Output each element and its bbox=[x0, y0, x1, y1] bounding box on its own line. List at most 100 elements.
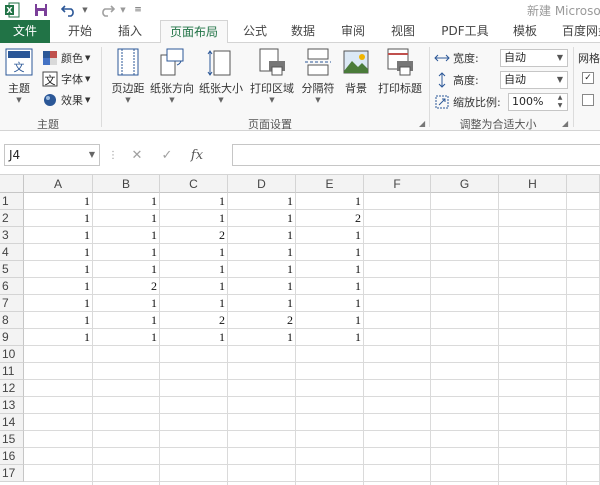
cell-c8[interactable]: 2 bbox=[160, 312, 228, 329]
enter-icon[interactable]: ✓ bbox=[152, 148, 182, 163]
cell-c1[interactable]: 1 bbox=[160, 193, 228, 210]
column-header-overflow[interactable] bbox=[567, 175, 600, 193]
row-header-8[interactable]: 8 bbox=[0, 312, 24, 329]
tab-review[interactable]: 审阅 bbox=[332, 20, 374, 43]
tab-pdf-tools[interactable]: PDF工具 bbox=[432, 20, 498, 43]
row-header-12[interactable]: 12 bbox=[0, 380, 24, 397]
row-header-11[interactable]: 11 bbox=[0, 363, 24, 380]
cell-e7[interactable]: 1 bbox=[296, 295, 364, 312]
chevron-down-icon[interactable]: ▼ bbox=[553, 50, 567, 66]
row-header-1[interactable]: 1 bbox=[0, 193, 24, 210]
row-header-17[interactable]: 17 bbox=[0, 465, 24, 482]
cell-d4[interactable]: 1 bbox=[228, 244, 296, 261]
row-header-15[interactable]: 15 bbox=[0, 431, 24, 448]
customize-icon[interactable]: ≡ bbox=[132, 1, 144, 19]
chevron-down-icon[interactable]: ▼ bbox=[89, 145, 95, 165]
tab-file[interactable]: 文件 bbox=[0, 20, 50, 43]
cell-e5[interactable]: 1 bbox=[296, 261, 364, 278]
tab-formulas[interactable]: 公式 bbox=[234, 20, 276, 43]
cell-c7[interactable]: 1 bbox=[160, 295, 228, 312]
cell-b4[interactable]: 1 bbox=[93, 244, 160, 261]
cell-d5[interactable]: 1 bbox=[228, 261, 296, 278]
cell-b8[interactable]: 1 bbox=[93, 312, 160, 329]
tab-view[interactable]: 视图 bbox=[382, 20, 424, 43]
row-header-16[interactable]: 16 bbox=[0, 448, 24, 465]
cell-d3[interactable]: 1 bbox=[228, 227, 296, 244]
undo-dropdown-icon[interactable]: ▼ bbox=[80, 1, 90, 19]
row-header-4[interactable]: 4 bbox=[0, 244, 24, 261]
chevron-down-icon[interactable]: ▼ bbox=[553, 72, 567, 88]
breaks-button[interactable]: 分隔符 ▼ bbox=[300, 47, 336, 104]
cell-b9[interactable]: 1 bbox=[93, 329, 160, 346]
cell-c5[interactable]: 1 bbox=[160, 261, 228, 278]
cell-d7[interactable]: 1 bbox=[228, 295, 296, 312]
select-all-corner[interactable] bbox=[0, 175, 24, 193]
tab-baidu-netdisk[interactable]: 百度网盘 bbox=[556, 20, 600, 43]
orientation-button[interactable]: 纸张方向 ▼ bbox=[150, 47, 194, 104]
row-header-7[interactable]: 7 bbox=[0, 295, 24, 312]
name-box[interactable]: J4 ▼ bbox=[4, 144, 100, 166]
cell-b3[interactable]: 1 bbox=[93, 227, 160, 244]
cell-b5[interactable]: 1 bbox=[93, 261, 160, 278]
cell-d2[interactable]: 1 bbox=[228, 210, 296, 227]
cell-c6[interactable]: 1 bbox=[160, 278, 228, 295]
effects-button[interactable]: 效果 ▼ bbox=[42, 91, 90, 109]
height-select[interactable]: 自动 ▼ bbox=[500, 71, 568, 89]
save-icon[interactable] bbox=[32, 1, 50, 19]
cell-d9[interactable]: 1 bbox=[228, 329, 296, 346]
print-titles-button[interactable]: 打印标题 bbox=[376, 47, 424, 96]
cell-e1[interactable]: 1 bbox=[296, 193, 364, 210]
formula-input[interactable] bbox=[232, 144, 600, 166]
size-button[interactable]: 纸张大小 ▼ bbox=[198, 47, 244, 104]
cell-a5[interactable]: 1 bbox=[24, 261, 93, 278]
tab-page-layout[interactable]: 页面布局 bbox=[160, 20, 228, 44]
gridlines-print-checkbox[interactable] bbox=[582, 94, 594, 106]
excel-icon[interactable]: X bbox=[2, 1, 22, 19]
width-select[interactable]: 自动 ▼ bbox=[500, 49, 568, 67]
cell-d8[interactable]: 2 bbox=[228, 312, 296, 329]
cell-d1[interactable]: 1 bbox=[228, 193, 296, 210]
tab-home[interactable]: 开始 bbox=[58, 20, 102, 43]
row-header-9[interactable]: 9 bbox=[0, 329, 24, 346]
column-header-d[interactable]: D bbox=[228, 175, 296, 193]
cell-c9[interactable]: 1 bbox=[160, 329, 228, 346]
column-header-e[interactable]: E bbox=[296, 175, 364, 193]
gridlines-view-checkbox[interactable]: ✓ bbox=[582, 72, 594, 84]
cell-b7[interactable]: 1 bbox=[93, 295, 160, 312]
cell-b6[interactable]: 2 bbox=[93, 278, 160, 295]
cell-a6[interactable]: 1 bbox=[24, 278, 93, 295]
colors-button[interactable]: 颜色 ▼ bbox=[42, 49, 90, 67]
cell-a8[interactable]: 1 bbox=[24, 312, 93, 329]
cell-a4[interactable]: 1 bbox=[24, 244, 93, 261]
column-header-a[interactable]: A bbox=[24, 175, 93, 193]
insert-function-icon[interactable]: fx bbox=[182, 148, 212, 163]
row-header-6[interactable]: 6 bbox=[0, 278, 24, 295]
page-setup-launcher-icon[interactable]: ◢ bbox=[419, 119, 425, 128]
cell-c4[interactable]: 1 bbox=[160, 244, 228, 261]
cell-b2[interactable]: 1 bbox=[93, 210, 160, 227]
scale-spinner[interactable]: 100% ▲ ▼ bbox=[508, 93, 568, 111]
cell-a9[interactable]: 1 bbox=[24, 329, 93, 346]
tab-data[interactable]: 数据 bbox=[282, 20, 324, 43]
cell-a1[interactable]: 1 bbox=[24, 193, 93, 210]
row-header-13[interactable]: 13 bbox=[0, 397, 24, 414]
cell-a7[interactable]: 1 bbox=[24, 295, 93, 312]
column-header-b[interactable]: B bbox=[93, 175, 160, 193]
row-header-5[interactable]: 5 bbox=[0, 261, 24, 278]
cell-e2[interactable]: 2 bbox=[296, 210, 364, 227]
tab-insert[interactable]: 插入 bbox=[108, 20, 152, 43]
cell-c2[interactable]: 1 bbox=[160, 210, 228, 227]
redo-icon[interactable] bbox=[98, 1, 116, 19]
undo-icon[interactable] bbox=[60, 1, 78, 19]
scale-launcher-icon[interactable]: ◢ bbox=[562, 119, 568, 128]
cell-e3[interactable]: 1 bbox=[296, 227, 364, 244]
row-header-10[interactable]: 10 bbox=[0, 346, 24, 363]
cell-e6[interactable]: 1 bbox=[296, 278, 364, 295]
column-header-h[interactable]: H bbox=[499, 175, 567, 193]
tab-templates[interactable]: 模板 bbox=[504, 20, 546, 43]
fonts-button[interactable]: 文 字体 ▼ bbox=[42, 70, 90, 88]
cell-d6[interactable]: 1 bbox=[228, 278, 296, 295]
row-header-3[interactable]: 3 bbox=[0, 227, 24, 244]
themes-button[interactable]: 文 主题 ▼ bbox=[4, 47, 34, 104]
cell-e8[interactable]: 1 bbox=[296, 312, 364, 329]
